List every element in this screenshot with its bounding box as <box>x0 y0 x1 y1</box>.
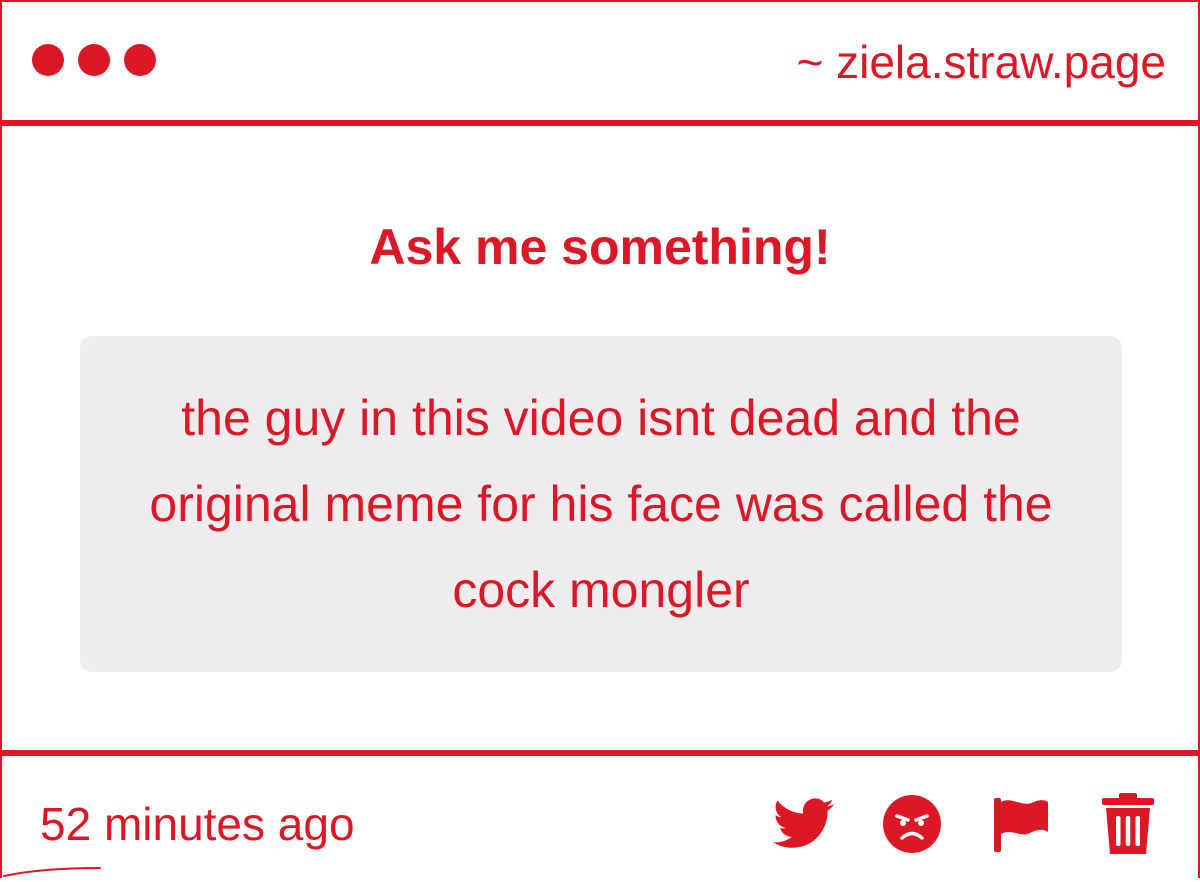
report-button[interactable] <box>988 792 1052 856</box>
window-titlebar: ~ ziela.straw.page <box>2 2 1198 120</box>
window-controls <box>32 44 156 76</box>
question-box: the guy in this video isnt dead and the … <box>80 336 1122 672</box>
flag-icon <box>994 798 1048 852</box>
timestamp: 52 minutes ago <box>40 798 355 850</box>
ask-card: ~ ziela.straw.page Ask me something! the… <box>0 0 1200 878</box>
window-dot-3 <box>124 44 156 76</box>
react-angry-button[interactable] <box>880 792 944 856</box>
window-dot-2 <box>78 44 110 76</box>
action-bar <box>772 792 1160 856</box>
window-dot-1 <box>32 44 64 76</box>
angry-face-icon <box>883 795 941 853</box>
page-title: Ask me something! <box>369 219 831 275</box>
share-twitter-button[interactable] <box>772 792 836 856</box>
underline-mark <box>3 867 101 877</box>
trash-icon <box>1102 793 1154 854</box>
page-url[interactable]: ~ ziela.straw.page <box>796 32 1166 92</box>
question-text: the guy in this video isnt dead and the … <box>149 390 1053 618</box>
footer: 52 minutes ago <box>2 756 1198 882</box>
twitter-icon <box>773 798 834 848</box>
delete-button[interactable] <box>1096 792 1160 856</box>
header-divider <box>2 120 1198 126</box>
